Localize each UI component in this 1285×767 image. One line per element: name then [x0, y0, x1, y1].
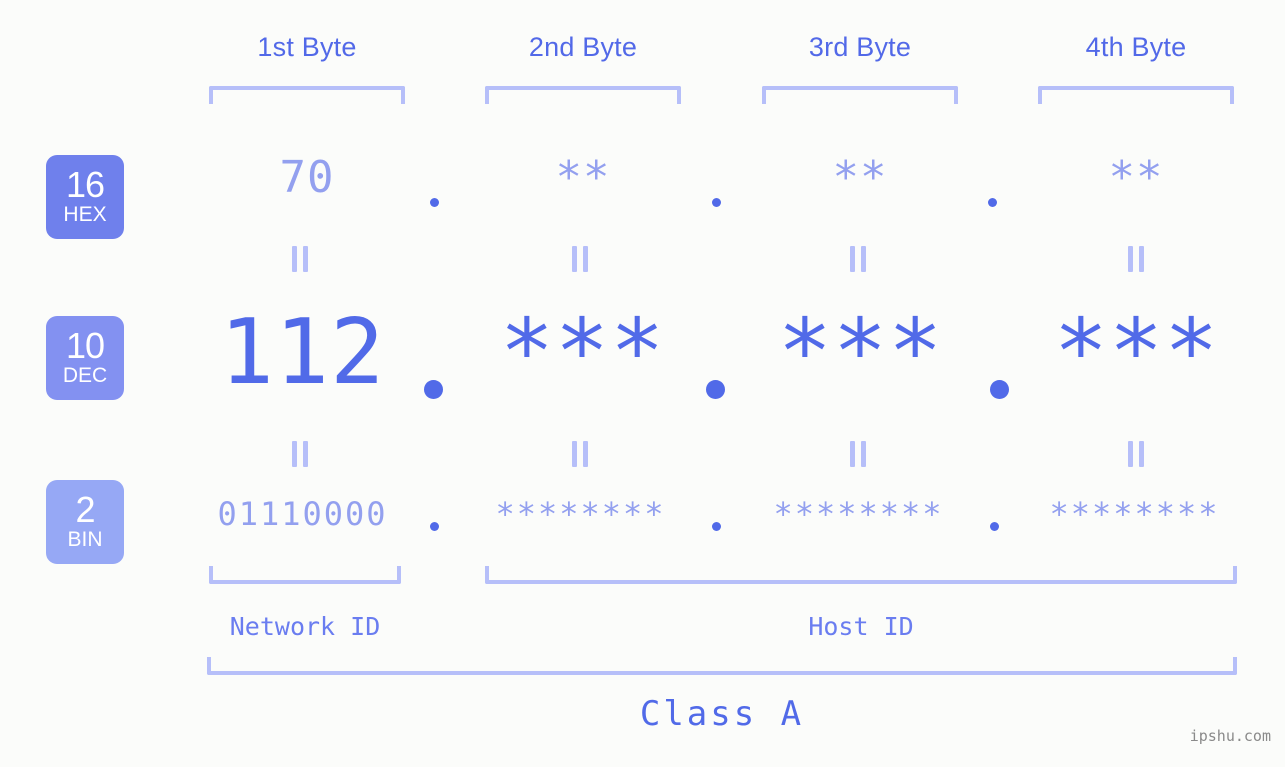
base-badge-bin: 2 BIN: [46, 480, 124, 564]
hex-byte-2: **: [555, 152, 611, 203]
equals-mark-hexdec-1: [292, 246, 308, 272]
byte-header-2: 2nd Byte: [528, 32, 638, 62]
bin-byte-1: 01110000: [217, 495, 388, 533]
hex-separator-dot-1: [430, 198, 439, 207]
network-id-label: Network ID: [229, 612, 381, 641]
dec-byte-2: ***: [499, 300, 666, 405]
base-badge-hex-number: 16: [65, 164, 105, 205]
ip-byte-breakdown-diagram: 1st Byte 2nd Byte 3rd Byte 4th Byte 16 H…: [0, 0, 1285, 767]
bin-separator-dot-1: [430, 522, 439, 531]
base-badge-hex-name: HEX: [63, 203, 107, 226]
host-id-bracket: [485, 566, 1237, 584]
byte-header-3: 3rd Byte: [808, 32, 912, 62]
class-label: Class A: [639, 694, 805, 734]
equals-mark-decbin-3: [850, 441, 866, 467]
hex-byte-4: **: [1108, 152, 1164, 203]
host-id-label: Host ID: [808, 612, 914, 641]
dec-byte-4: ***: [1053, 300, 1220, 405]
site-watermark: ipshu.com: [1189, 727, 1271, 745]
class-bracket: [207, 657, 1237, 675]
hex-separator-dot-3: [988, 198, 997, 207]
base-badge-dec: 10 DEC: [46, 316, 124, 400]
dec-byte-3: ***: [777, 300, 944, 405]
bin-byte-2: ********: [495, 495, 666, 533]
dec-separator-dot-1: [424, 380, 443, 399]
equals-mark-decbin-2: [572, 441, 588, 467]
base-badge-dec-number: 10: [65, 325, 105, 366]
base-badge-bin-name: BIN: [67, 528, 103, 551]
dec-separator-dot-3: [990, 380, 1009, 399]
base-badge-dec-name: DEC: [62, 364, 108, 387]
hex-separator-dot-2: [712, 198, 721, 207]
bin-separator-dot-3: [990, 522, 999, 531]
equals-mark-decbin-4: [1128, 441, 1144, 467]
byte-header-4: 4th Byte: [1085, 32, 1187, 62]
bin-byte-4: ********: [1049, 495, 1220, 533]
hex-byte-3: **: [832, 152, 888, 203]
network-id-bracket: [209, 566, 401, 584]
byte-bracket-top-4: [1038, 86, 1234, 104]
byte-bracket-top-1: [209, 86, 405, 104]
hex-byte-1: 70: [279, 152, 335, 203]
byte-bracket-top-3: [762, 86, 958, 104]
base-badge-bin-number: 2: [75, 489, 95, 530]
bin-byte-3: ********: [773, 495, 944, 533]
equals-mark-hexdec-3: [850, 246, 866, 272]
equals-mark-decbin-1: [292, 441, 308, 467]
equals-mark-hexdec-4: [1128, 246, 1144, 272]
byte-header-1: 1st Byte: [257, 32, 357, 62]
dec-byte-1: 112: [219, 300, 386, 405]
base-badge-hex: 16 HEX: [46, 155, 124, 239]
bin-separator-dot-2: [712, 522, 721, 531]
equals-mark-hexdec-2: [572, 246, 588, 272]
dec-separator-dot-2: [706, 380, 725, 399]
byte-bracket-top-2: [485, 86, 681, 104]
